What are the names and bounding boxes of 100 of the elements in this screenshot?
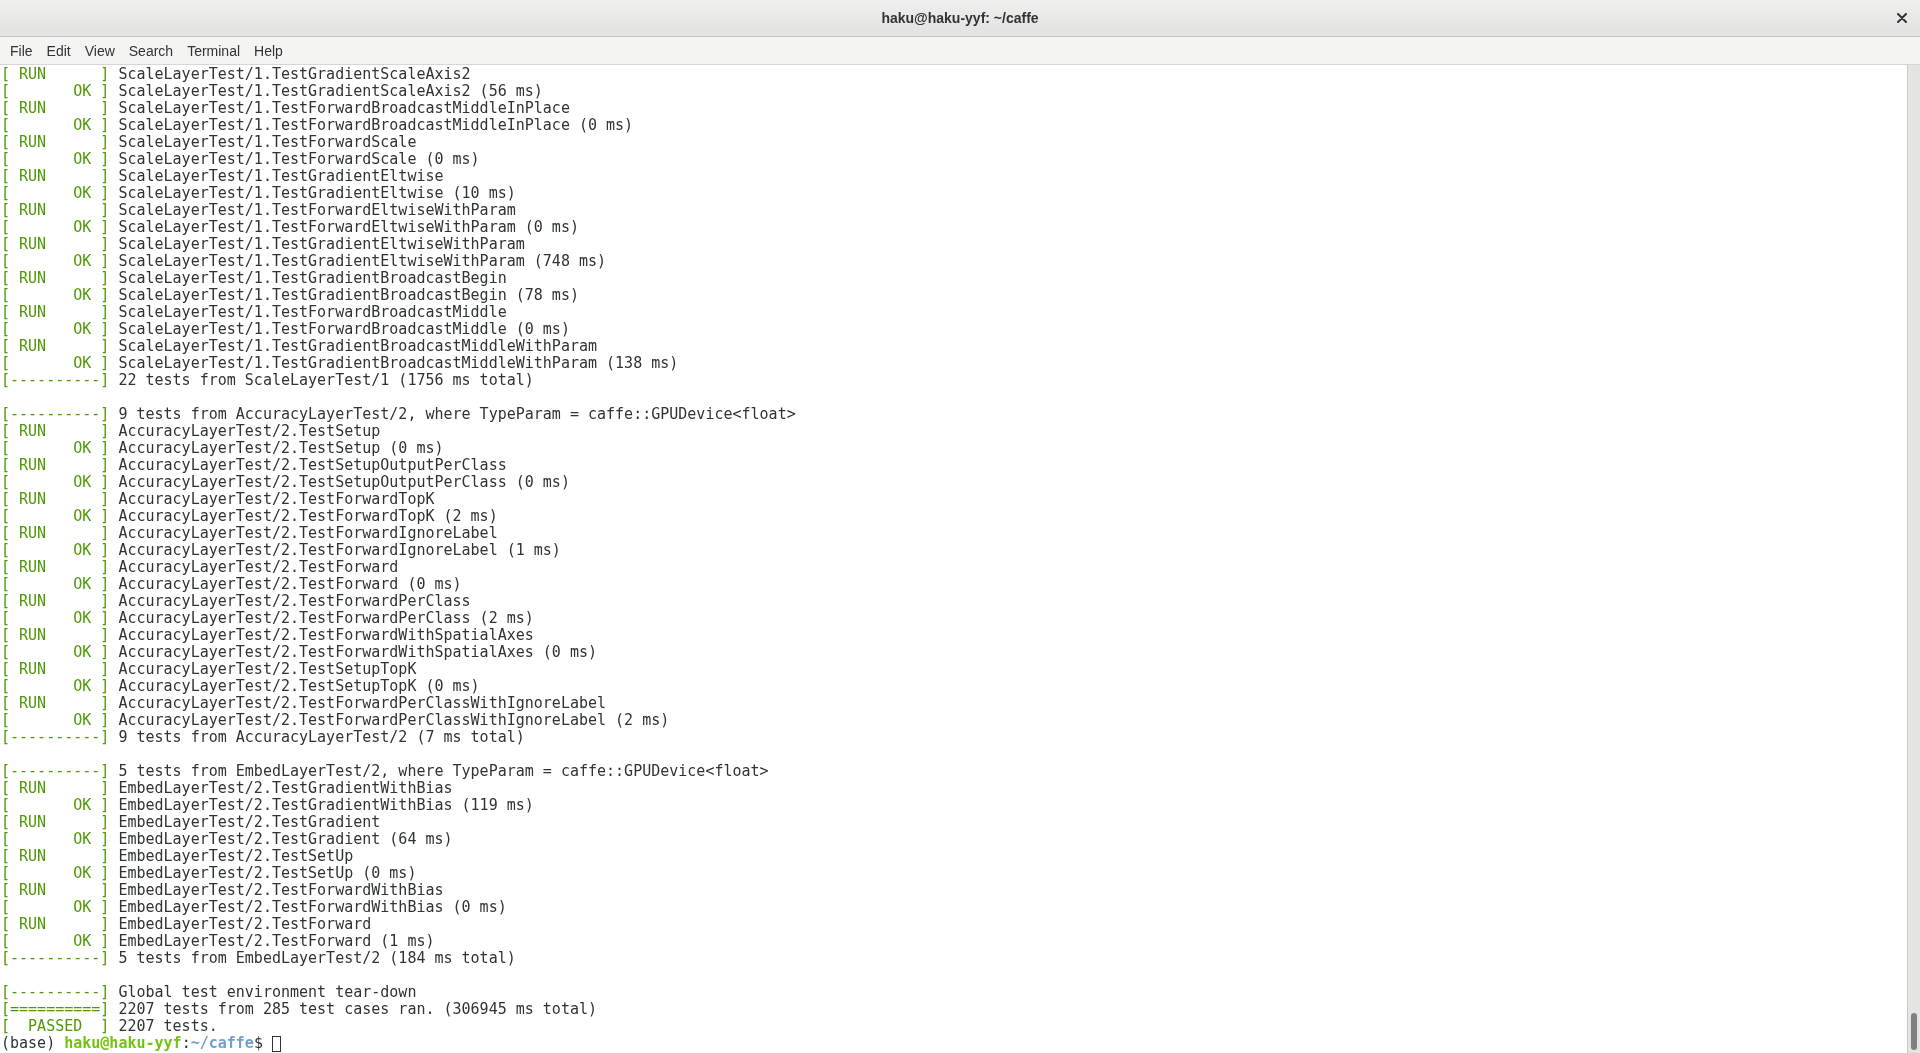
log-message: EmbedLayerTest/2.TestSetUp [118,848,354,865]
menu-item[interactable]: Terminal [180,40,248,61]
menu-item[interactable]: View [77,40,122,61]
test-status: [ OK ] [1,117,110,134]
test-status: [ OK ] [1,542,110,559]
test-status: [ RUN ] [1,236,110,253]
log-message: ScaleLayerTest/1.TestForwardBroadcastMiddleInPlace (0 ms) [118,117,634,134]
test-status: [----------] [1,763,110,780]
log-message: ScaleLayerTest/1.TestForwardBroadcastMiddle [118,304,507,321]
log-message: ScaleLayerTest/1.TestForwardEltwiseWithParam (0 ms) [118,219,579,236]
log-message: 5 tests from EmbedLayerTest/2 (184 ms total) [118,950,516,967]
test-status: [ OK ] [1,678,110,695]
test-status: [ RUN ] [1,338,110,355]
log-message: EmbedLayerTest/2.TestGradientWithBias (119 ms) [118,797,534,814]
log-message: EmbedLayerTest/2.TestForwardWithBias (0 ms) [118,899,507,916]
log-message: ScaleLayerTest/1.TestGradientEltwiseWithParam [118,236,525,253]
test-status: [ RUN ] [1,661,110,678]
test-status: [----------] [1,950,110,967]
log-message: ScaleLayerTest/1.TestGradientScaleAxis2 [118,66,471,83]
menu-item[interactable]: Search [121,40,181,61]
log-message: ScaleLayerTest/1.TestForwardBroadcastMiddleInPlace [118,100,570,117]
test-status: [----------] [1,729,110,746]
test-status: [ OK ] [1,933,110,950]
log-message: ScaleLayerTest/1.TestForwardScale [118,134,417,151]
log-message: 2207 tests from 285 test cases ran. (306945 ms total) [118,1001,598,1018]
test-status: [ RUN ] [1,882,110,899]
close-button[interactable] [1894,10,1910,26]
test-status: [ RUN ] [1,100,110,117]
log-message: AccuracyLayerTest/2.TestForwardPerClassWithIgnoreLabel (2 ms) [118,712,670,729]
test-status: [ OK ] [1,287,110,304]
test-status: [----------] [1,406,110,423]
test-status: [ OK ] [1,831,110,848]
log-message: AccuracyLayerTest/2.TestForwardTopK (2 ms) [118,508,498,525]
log-message: ScaleLayerTest/1.TestGradientScaleAxis2 (56 ms) [118,83,543,100]
log-message: ScaleLayerTest/1.TestGradientEltwiseWithParam (748 ms) [118,253,607,270]
test-status: [ OK ] [1,185,110,202]
test-status: [ RUN ] [1,627,110,644]
scrollbar-thumb[interactable] [1911,1013,1917,1050]
test-status: [ OK ] [1,610,110,627]
test-status: [ OK ] [1,712,110,729]
test-status: [ RUN ] [1,202,110,219]
log-message: EmbedLayerTest/2.TestForward (1 ms) [118,933,435,950]
test-status: [ OK ] [1,576,110,593]
test-status: [ OK ] [1,899,110,916]
log-message: AccuracyLayerTest/2.TestForwardTopK [118,491,435,508]
test-status: [ RUN ] [1,304,110,321]
log-message: AccuracyLayerTest/2.TestForward (0 ms) [118,576,462,593]
window-title: haku@haku-yyf: ~/caffe [881,10,1039,26]
test-status: [ OK ] [1,474,110,491]
cursor-icon [271,1035,281,1052]
log-message: EmbedLayerTest/2.TestGradientWithBias [118,780,453,797]
test-status: [ OK ] [1,355,110,372]
menu-item[interactable]: File [3,40,40,61]
log-message: 9 tests from AccuracyLayerTest/2, where TypeParam = caffe::GPUDevice<float> [118,406,796,423]
test-status: [ RUN ] [1,168,110,185]
log-message: AccuracyLayerTest/2.TestForward [118,559,399,576]
log-message: EmbedLayerTest/2.TestGradient [118,814,381,831]
test-status: [ OK ] [1,644,110,661]
log-message: 2207 tests. [118,1018,218,1035]
test-status: [ RUN ] [1,593,110,610]
menu-item[interactable]: Edit [39,40,78,61]
log-message: EmbedLayerTest/2.TestForward [118,916,372,933]
test-status: [ RUN ] [1,423,110,440]
test-status: [ RUN ] [1,270,110,287]
test-status: [ OK ] [1,253,110,270]
test-status: [ RUN ] [1,848,110,865]
test-status: [----------] [1,984,110,1001]
log-message: AccuracyLayerTest/2.TestSetupTopK [118,661,417,678]
log-message: Global test environment tear-down [118,984,417,1001]
test-status: [ OK ] [1,865,110,882]
log-message: AccuracyLayerTest/2.TestSetupOutputPerClass (0 ms) [118,474,570,491]
scrollbar-track[interactable] [1907,65,1920,1053]
log-message: ScaleLayerTest/1.TestForwardScale (0 ms) [118,151,480,168]
test-status: [----------] [1,372,110,389]
log-message: AccuracyLayerTest/2.TestForwardPerClassWithIgnoreLabel [118,695,607,712]
menu-item[interactable]: Help [247,40,290,61]
log-message: AccuracyLayerTest/2.TestSetupTopK (0 ms) [118,678,480,695]
test-status: [ RUN ] [1,491,110,508]
log-message: AccuracyLayerTest/2.TestForwardPerClass (2 ms) [118,610,534,627]
log-message: AccuracyLayerTest/2.TestForwardWithSpatialAxes (0 ms) [118,644,598,661]
log-message: AccuracyLayerTest/2.TestSetupOutputPerClass [118,457,507,474]
shell-prompt: (base) haku@haku-yyf:~/caffe$ [1,1035,263,1052]
close-icon [1897,13,1907,23]
test-status: [ RUN ] [1,916,110,933]
test-status: [ RUN ] [1,695,110,712]
log-message: EmbedLayerTest/2.TestGradient (64 ms) [118,831,453,848]
log-message: ScaleLayerTest/1.TestGradientBroadcastBegin (78 ms) [118,287,579,304]
log-message: AccuracyLayerTest/2.TestSetup [118,423,381,440]
log-message: ScaleLayerTest/1.TestForwardEltwiseWithParam [118,202,516,219]
test-status: [ OK ] [1,440,110,457]
test-status: [ OK ] [1,83,110,100]
log-message: AccuracyLayerTest/2.TestForwardIgnoreLabel [118,525,498,542]
log-message: EmbedLayerTest/2.TestSetUp (0 ms) [118,865,417,882]
log-message: ScaleLayerTest/1.TestGradientEltwise [118,168,444,185]
log-message: ScaleLayerTest/1.TestGradientBroadcastBegin [118,270,507,287]
log-message: AccuracyLayerTest/2.TestForwardWithSpatialAxes [118,627,534,644]
test-status: [ OK ] [1,151,110,168]
test-status: [==========] [1,1001,110,1018]
test-status: [ PASSED ] [1,1018,110,1035]
log-message: AccuracyLayerTest/2.TestForwardPerClass [118,593,471,610]
